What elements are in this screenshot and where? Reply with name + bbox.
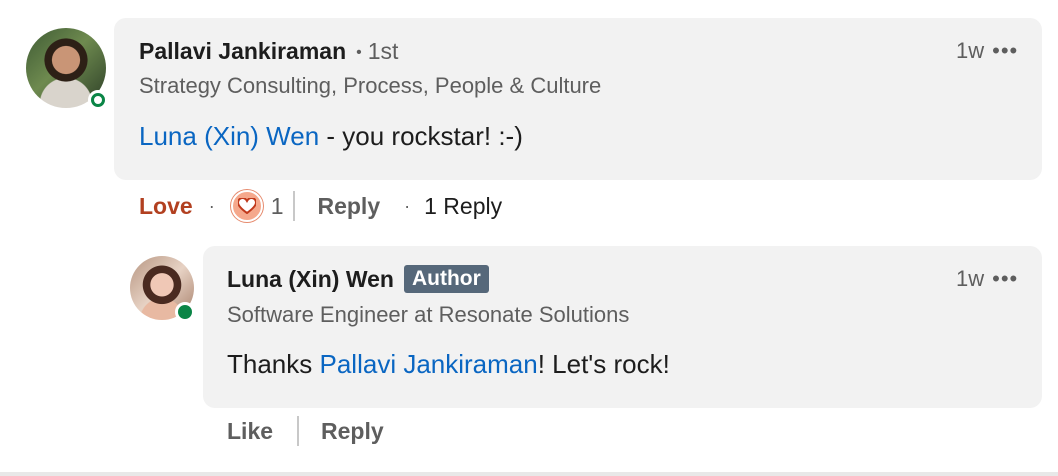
- reply-actions: Like Reply: [227, 416, 384, 446]
- more-options-icon[interactable]: •••: [992, 38, 1018, 64]
- divider: [297, 416, 300, 446]
- separator-dot: ·: [404, 195, 411, 216]
- reply-text: Thanks Pallavi Jankiraman! Let's rock!: [227, 349, 670, 380]
- reaction-count[interactable]: 1: [271, 193, 284, 220]
- comment-timestamp: 1w: [956, 38, 985, 63]
- heart-reaction-icon[interactable]: [230, 190, 263, 222]
- comment-actions: Love · 1 Reply · 1 Reply: [139, 190, 502, 222]
- reply-author-headline: Software Engineer at Resonate Solutions: [227, 302, 630, 327]
- separator-dot: ·: [208, 195, 215, 216]
- replies-count-link[interactable]: 1 Reply: [424, 193, 502, 220]
- mention-link[interactable]: Pallavi Jankiraman: [320, 349, 538, 379]
- reply-meta: 1w •••: [956, 266, 1018, 292]
- comment-text: Luna (Xin) Wen - you rockstar! :-): [139, 121, 523, 152]
- reply-author-name[interactable]: Luna (Xin) Wen: [227, 266, 394, 293]
- comment-author-row: Pallavi Jankiraman • 1st: [139, 38, 398, 65]
- reply-text-after: ! Let's rock!: [537, 349, 670, 379]
- online-status-icon: [88, 90, 108, 110]
- comment-meta: 1w •••: [956, 38, 1018, 64]
- comment-author-name[interactable]: Pallavi Jankiraman: [139, 38, 346, 65]
- reply-button[interactable]: Reply: [321, 418, 384, 445]
- more-options-icon[interactable]: •••: [992, 266, 1018, 292]
- reply-timestamp: 1w: [956, 266, 985, 291]
- reply-text-before: Thanks: [227, 349, 320, 379]
- bottom-divider: [0, 472, 1058, 476]
- online-status-icon: [175, 302, 195, 322]
- connection-degree-label: 1st: [367, 38, 399, 64]
- reply-author-row: Luna (Xin) Wen Author: [227, 265, 489, 293]
- reply-button[interactable]: Reply: [317, 193, 380, 220]
- mention-link[interactable]: Luna (Xin) Wen: [139, 121, 319, 151]
- comment-text-body: - you rockstar! :-): [319, 121, 523, 151]
- like-button[interactable]: Like: [227, 418, 273, 445]
- love-reaction-button[interactable]: Love: [139, 193, 193, 220]
- divider: [293, 191, 296, 221]
- author-badge: Author: [403, 265, 489, 293]
- connection-degree: • 1st: [356, 38, 399, 64]
- comment-author-headline: Strategy Consulting, Process, People & C…: [139, 73, 602, 98]
